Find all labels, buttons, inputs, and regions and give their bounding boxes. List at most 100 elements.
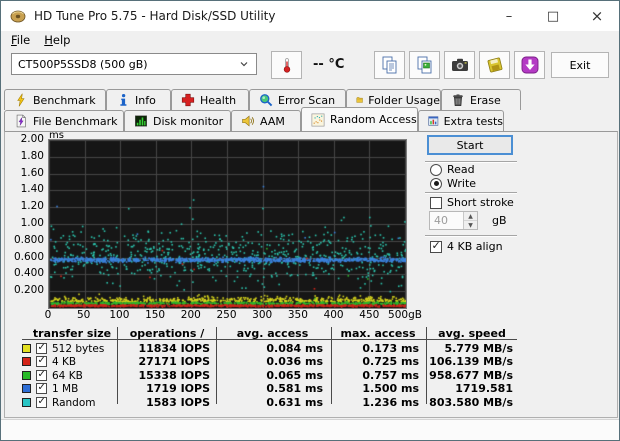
transfer-size-label: 512 bytes — [52, 343, 104, 355]
separator — [425, 192, 517, 194]
tab-label: Health — [200, 94, 236, 107]
copy-text-button[interactable] — [374, 51, 405, 79]
app-window: HD Tune Pro 5.75 - Hard Disk/SSD Utility… — [0, 0, 620, 441]
max-access-value: 0.725 ms — [325, 355, 419, 368]
operations-value: 1719 IOPS — [115, 382, 210, 395]
avg-access-value: 0.084 ms — [225, 342, 323, 355]
align-label: 4 KB align — [447, 240, 503, 253]
align-checkbox[interactable]: 4 KB align — [430, 240, 503, 253]
tab-erase[interactable]: Erase — [441, 89, 521, 110]
temperature-button[interactable] — [271, 51, 302, 79]
tab-row-2: File Benchmark Disk monitor AAM Random A… — [1, 110, 619, 131]
tab-file-benchmark[interactable]: File Benchmark — [4, 110, 124, 131]
close-button[interactable]: × — [575, 1, 619, 31]
x-axis-tick-label: 450 — [359, 309, 379, 321]
avg-speed-value: 5.779 MB/s — [425, 342, 513, 355]
x-axis-labels: 050100150200250300350400450500gB — [5, 309, 617, 321]
series-checkbox[interactable] — [36, 397, 47, 408]
menu-help[interactable]: Help — [44, 33, 70, 47]
x-axis-tick-label: 50 — [77, 309, 90, 321]
title-bar: HD Tune Pro 5.75 - Hard Disk/SSD Utility… — [1, 1, 619, 31]
y-axis-tick-label: 1.80 — [5, 150, 44, 162]
bar-monitor-icon — [134, 114, 148, 128]
y-axis-tick-label: 0.800 — [5, 234, 44, 246]
tab-aam[interactable]: AAM — [231, 110, 301, 131]
y-axis-tick-label: 0.600 — [5, 251, 44, 263]
x-axis-tick-label: 500gB — [388, 309, 422, 321]
spin-up-button[interactable]: ▲ — [464, 212, 477, 221]
drive-select-value: CT500P5SSD8 (500 gB) — [18, 58, 148, 71]
capacity-stepper[interactable]: 40 ▲ ▼ — [429, 211, 478, 230]
x-axis-tick-label: 300 — [252, 309, 272, 321]
table-row: 4 KB 27171 IOPS 0.036 ms 0.725 ms 106.13… — [5, 356, 617, 369]
tab-extra-tests[interactable]: Extra tests — [418, 110, 504, 131]
avg-access-value: 0.581 ms — [225, 382, 323, 395]
table-row: Random 1583 IOPS 0.631 ms 1.236 ms 803.5… — [5, 397, 617, 410]
tab-info[interactable]: Info — [106, 89, 171, 110]
table-header-rule — [22, 339, 517, 340]
operations-value: 1583 IOPS — [115, 396, 210, 409]
download-button[interactable] — [514, 51, 545, 79]
read-radio-circle[interactable] — [430, 164, 442, 176]
table-row: 1 MB 1719 IOPS 0.581 ms 1.500 ms 1719.58… — [5, 383, 617, 396]
tab-label: Disk monitor — [153, 115, 223, 128]
write-radio-circle[interactable] — [430, 178, 442, 190]
x-axis-tick-label: 100 — [109, 309, 129, 321]
extra-chart-icon — [428, 114, 439, 128]
tab-random-access[interactable]: Random Access — [301, 107, 418, 131]
save-button[interactable] — [479, 51, 510, 79]
capacity-value: 40 — [430, 212, 463, 229]
spin-down-button[interactable]: ▼ — [464, 221, 477, 229]
write-radio-label: Write — [447, 177, 476, 190]
temperature-value: -- — [313, 57, 324, 72]
series-checkbox[interactable] — [36, 356, 47, 367]
x-axis-tick-label: 350 — [288, 309, 308, 321]
temperature-readout: -- °C — [313, 57, 344, 72]
short-stroke-checkbox-box[interactable] — [430, 197, 442, 209]
tab-health[interactable]: Health — [171, 89, 249, 110]
tab-label: Extra tests — [444, 115, 503, 128]
max-access-value: 1.236 ms — [325, 396, 419, 409]
toolbar: CT500P5SSD8 (500 gB) -- °C Exit — [1, 48, 619, 86]
screenshot-button[interactable] — [444, 51, 475, 79]
y-axis-tick-label: 1.40 — [5, 183, 44, 195]
menu-file[interactable]: File — [11, 33, 30, 47]
short-stroke-checkbox[interactable]: Short stroke — [430, 196, 514, 209]
menu-bar: File Help — [1, 31, 619, 48]
app-icon — [10, 8, 26, 24]
series-checkbox[interactable] — [36, 343, 47, 354]
temperature-unit: °C — [328, 57, 344, 72]
series-color-swatch — [22, 398, 31, 407]
start-button[interactable]: Start — [427, 135, 513, 155]
access-time-scatter-chart — [48, 139, 407, 309]
minimize-button[interactable]: – — [487, 1, 531, 31]
window-controls: – □ × — [487, 1, 619, 31]
tab-benchmark[interactable]: Benchmark — [4, 89, 106, 110]
copy-image-button[interactable] — [409, 51, 440, 79]
series-checkbox[interactable] — [36, 383, 47, 394]
y-axis-tick-label: 1.20 — [5, 200, 44, 212]
magnifier-icon — [259, 93, 273, 107]
read-radio[interactable]: Read — [430, 163, 475, 176]
operations-value: 15338 IOPS — [115, 369, 210, 382]
tab-disk-monitor[interactable]: Disk monitor — [124, 110, 231, 131]
health-cross-icon — [181, 93, 195, 107]
avg-speed-value: 106.139 MB/s — [425, 355, 513, 368]
series-checkbox[interactable] — [36, 370, 47, 381]
operations-value: 27171 IOPS — [115, 355, 210, 368]
avg-access-value: 0.631 ms — [225, 396, 323, 409]
y-axis-tick-label: 1.00 — [5, 217, 44, 229]
tab-label: Info — [135, 94, 156, 107]
exit-button[interactable]: Exit — [551, 52, 609, 78]
align-checkbox-box[interactable] — [430, 241, 442, 253]
spin-buttons: ▲ ▼ — [463, 212, 477, 229]
y-axis-tick-label: 1.60 — [5, 167, 44, 179]
avg-access-value: 0.065 ms — [225, 369, 323, 382]
download-arrow-icon — [520, 55, 540, 75]
tab-label: Erase — [470, 94, 501, 107]
short-stroke-label: Short stroke — [447, 196, 514, 209]
maximize-button[interactable]: □ — [531, 1, 575, 31]
drive-select[interactable]: CT500P5SSD8 (500 gB) — [11, 53, 257, 75]
tab-label: File Benchmark — [33, 115, 118, 128]
write-radio[interactable]: Write — [430, 177, 476, 190]
